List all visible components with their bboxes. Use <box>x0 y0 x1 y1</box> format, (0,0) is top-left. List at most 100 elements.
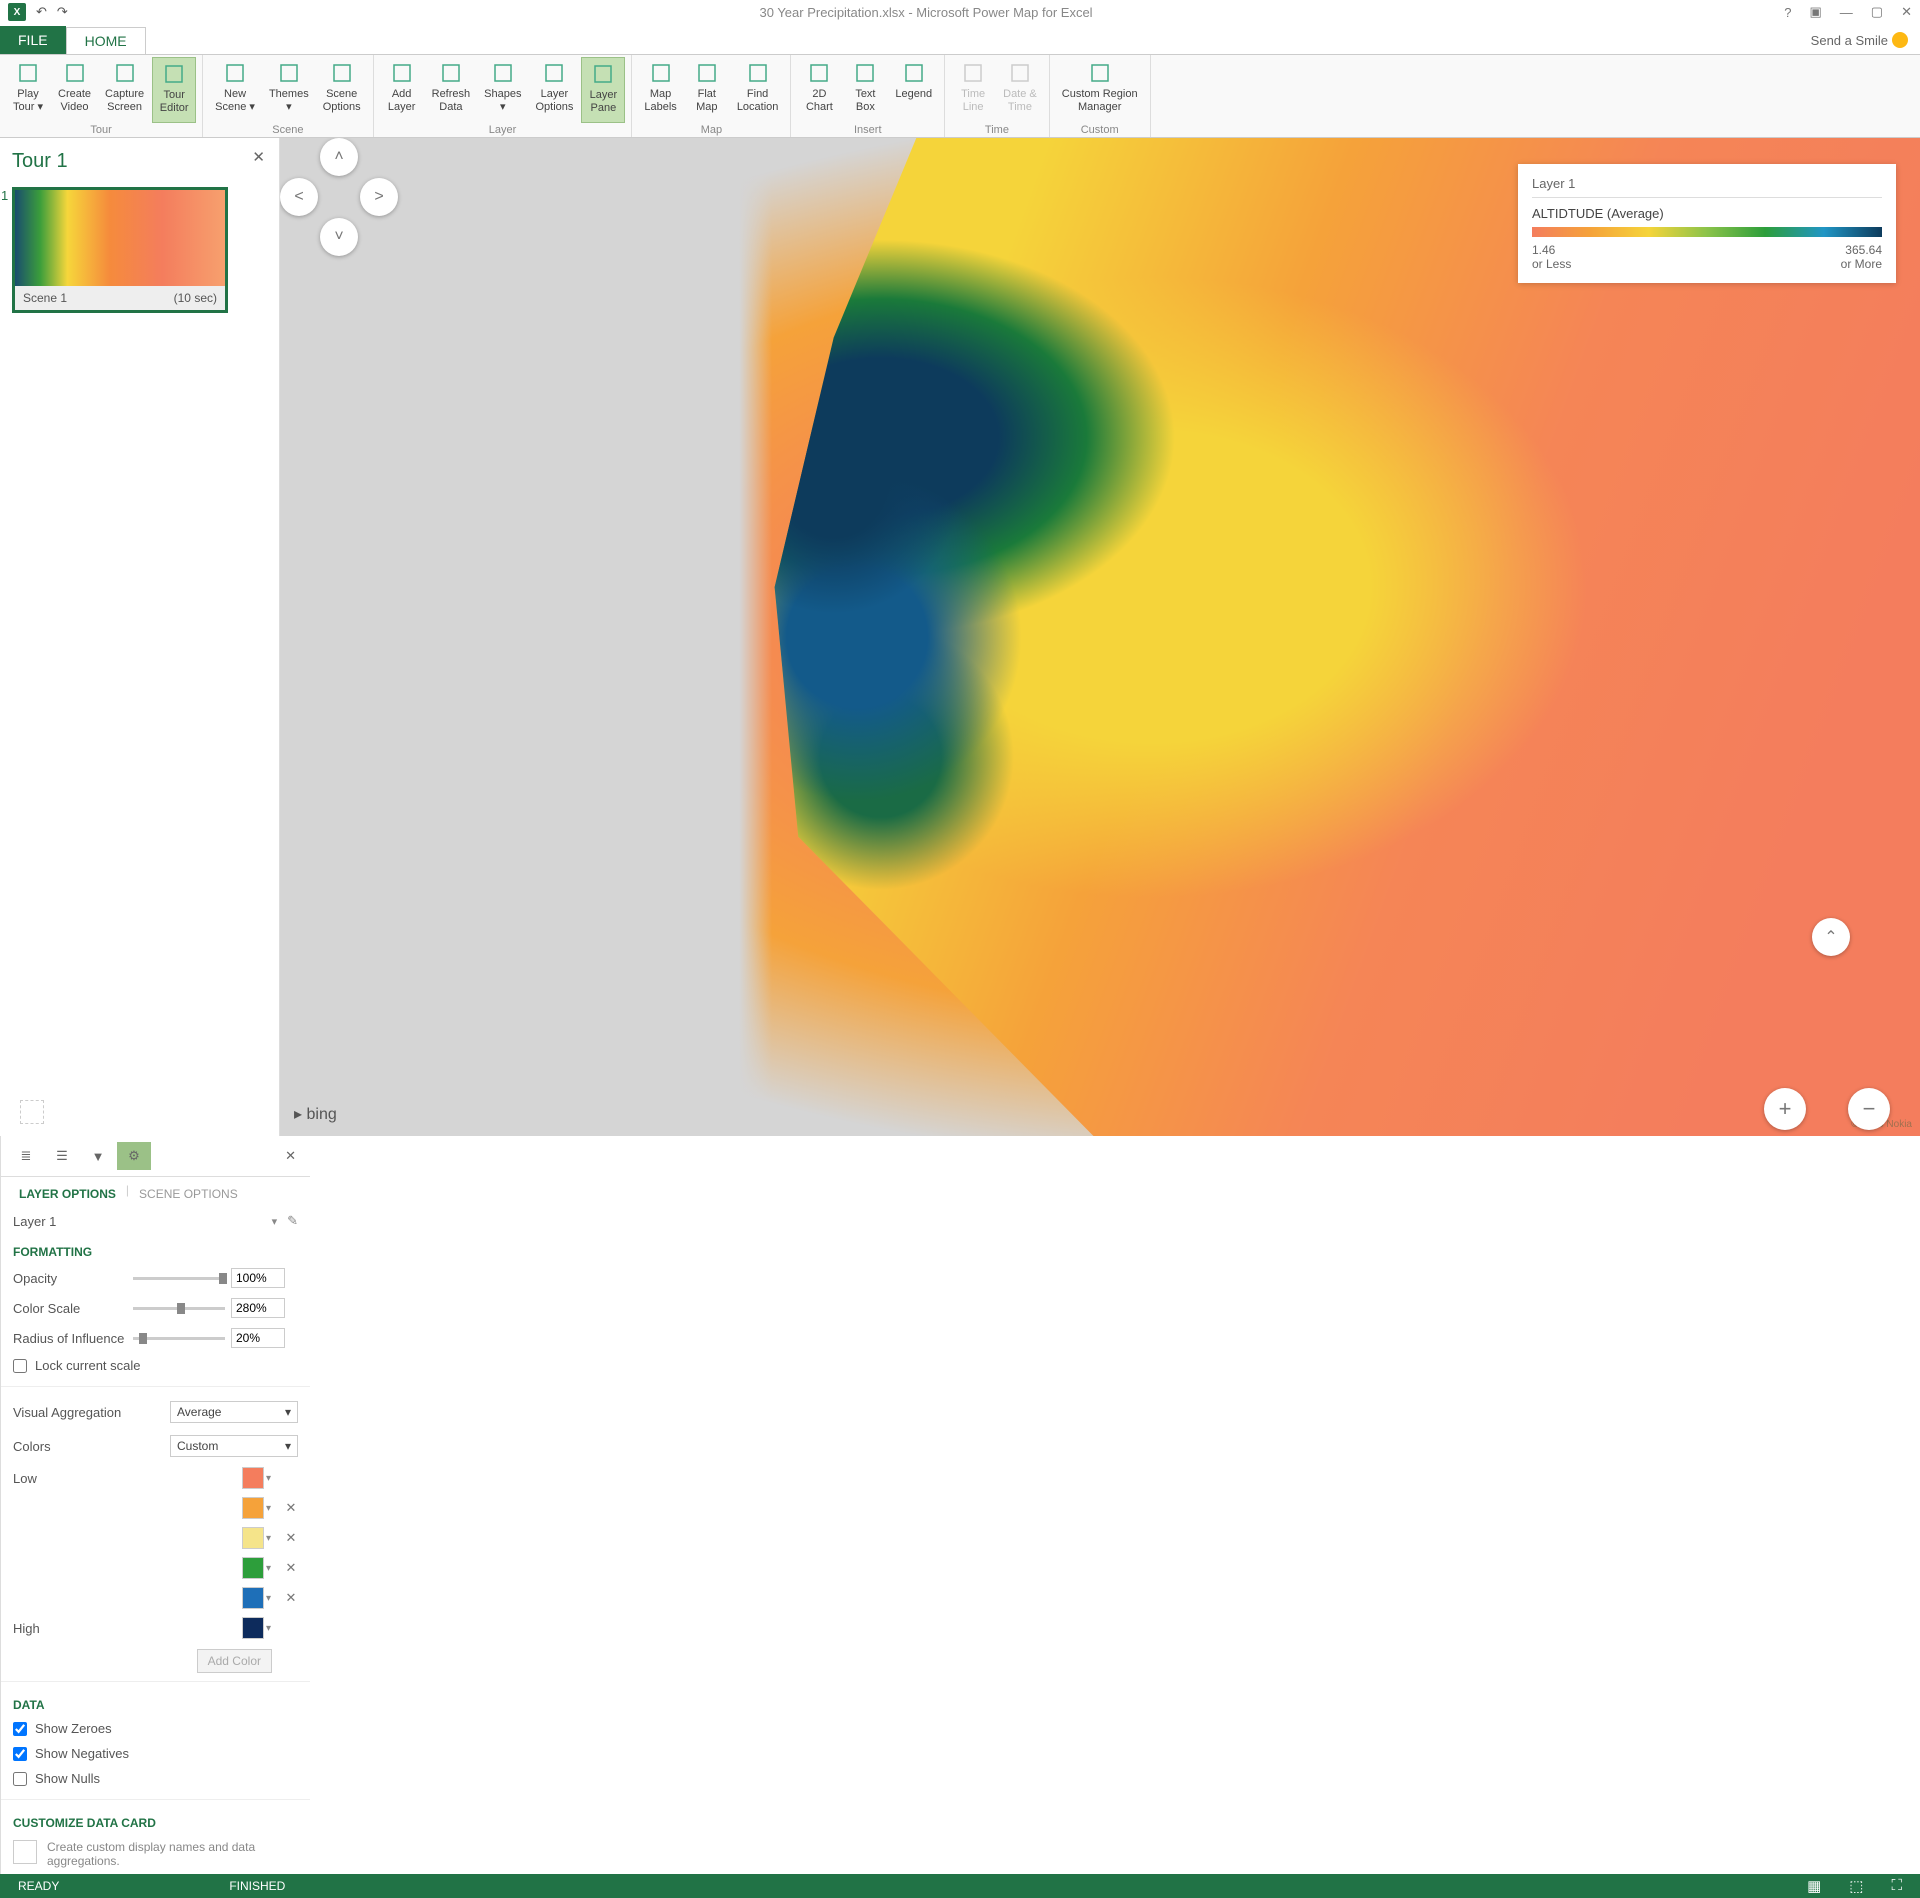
undo-icon[interactable]: ↶ <box>36 4 47 20</box>
send-smile[interactable]: Send a Smile <box>1799 26 1920 54</box>
ribbon-label: Date & <box>1003 88 1037 101</box>
fields-tab-icon[interactable]: ☰ <box>45 1142 79 1170</box>
image-mode-icon[interactable]: ▦ <box>1807 1877 1821 1895</box>
map-canvas[interactable]: Layer 1 ALTIDTUDE (Average) 1.46 or Less… <box>280 138 1920 1136</box>
color-swatch[interactable] <box>242 1467 264 1489</box>
ribbon-button[interactable]: FindLocation <box>731 57 785 123</box>
fullscreen-icon[interactable]: ⛶ <box>1891 1877 1902 1895</box>
ribbon-button[interactable]: TourEditor <box>152 57 196 123</box>
maximize-icon[interactable]: ▢ <box>1871 4 1883 20</box>
tour-close-icon[interactable]: ✕ <box>252 148 265 166</box>
color-swatch[interactable] <box>242 1527 264 1549</box>
ribbon-button[interactable]: LayerPane <box>581 57 625 123</box>
zoom-in-button[interactable]: + <box>1764 1088 1806 1130</box>
chevron-down-icon[interactable]: ▾ <box>266 1563 276 1574</box>
ribbon-button[interactable]: Themes▾ <box>263 57 315 123</box>
radius-slider[interactable] <box>133 1337 225 1340</box>
ribbon-button[interactable]: TextBox <box>843 57 887 123</box>
ribbon-button[interactable]: CaptureScreen <box>99 57 150 123</box>
color-swatch[interactable] <box>242 1557 264 1579</box>
label-mode-icon[interactable]: ⬚ <box>1849 1877 1863 1895</box>
chevron-down-icon[interactable]: ▾ <box>266 1623 276 1634</box>
chevron-down-icon[interactable]: ▾ <box>266 1533 276 1544</box>
ribbon-tabs: FILE HOME Send a Smile <box>0 24 1920 54</box>
pane-close-icon[interactable]: ✕ <box>279 1148 302 1164</box>
pan-up-button[interactable]: ⌃ <box>1812 918 1850 956</box>
zoom-out-button[interactable]: − <box>1848 1088 1890 1130</box>
ribbon-group: Custom RegionManagerCustom <box>1050 55 1151 137</box>
window-icon[interactable]: ▣ <box>1810 4 1822 20</box>
ribbon-icon <box>745 60 771 86</box>
layers-tab-icon[interactable]: ≣ <box>9 1142 43 1170</box>
add-scene-button[interactable] <box>20 1100 44 1124</box>
ribbon-button[interactable]: LayerOptions <box>529 57 579 123</box>
ribbon-button[interactable]: Shapes▾ <box>478 57 527 123</box>
ribbon-group-label: Map <box>638 123 784 136</box>
legend-metric: ALTIDTUDE (Average) <box>1532 206 1882 221</box>
ribbon-button[interactable]: RefreshData <box>426 57 477 123</box>
close-window-icon[interactable]: ✕ <box>1901 4 1912 20</box>
pan-right-button[interactable]: ˃ <box>360 178 398 216</box>
layer-options-tab[interactable]: LAYER OPTIONS <box>11 1183 124 1205</box>
edit-icon[interactable]: ✎ <box>287 1213 298 1229</box>
ribbon-icon <box>960 60 986 86</box>
color-swatch[interactable] <box>242 1617 264 1639</box>
ribbon-button[interactable]: AddLayer <box>380 57 424 123</box>
add-color-button[interactable]: Add Color <box>197 1649 272 1673</box>
opacity-input[interactable] <box>231 1268 285 1288</box>
ribbon-label: Capture <box>105 88 144 101</box>
ribbon-button[interactable]: PlayTour ▾ <box>6 57 50 123</box>
lock-scale-checkbox[interactable] <box>13 1359 27 1373</box>
remove-color-icon[interactable]: ✕ <box>284 1560 298 1576</box>
colors-select[interactable]: Custom▾ <box>170 1435 298 1457</box>
layer-name: Layer 1 <box>13 1214 56 1229</box>
scene-thumbnail[interactable]: 1 Scene 1 (10 sec) <box>12 187 228 313</box>
colorscale-slider[interactable] <box>133 1307 225 1310</box>
minimize-icon[interactable]: — <box>1840 5 1853 20</box>
ribbon-icon <box>161 61 187 87</box>
ribbon-button[interactable]: 2DChart <box>797 57 841 123</box>
remove-color-icon[interactable]: ✕ <box>284 1530 298 1546</box>
color-swatch[interactable] <box>242 1587 264 1609</box>
ribbon-button: Date &Time <box>997 57 1043 123</box>
radius-input[interactable] <box>231 1328 285 1348</box>
ribbon-label: Find <box>747 88 768 101</box>
help-icon[interactable]: ? <box>1784 5 1791 20</box>
settings-tab-icon[interactable]: ⚙ <box>117 1142 151 1170</box>
data-header: DATA <box>1 1690 310 1716</box>
ribbon-icon <box>389 60 415 86</box>
ribbon-button[interactable]: Custom RegionManager <box>1056 57 1144 123</box>
ribbon-button[interactable]: CreateVideo <box>52 57 97 123</box>
remove-color-icon[interactable]: ✕ <box>284 1500 298 1516</box>
ribbon-button[interactable]: Legend <box>889 57 938 123</box>
customize-datacard[interactable]: Create custom display names and data agg… <box>1 1834 310 1874</box>
scene-options-tab[interactable]: SCENE OPTIONS <box>131 1183 246 1205</box>
home-tab[interactable]: HOME <box>66 27 146 54</box>
layer-selector[interactable]: Layer 1 ▾ ✎ <box>1 1205 310 1237</box>
ribbon-icon <box>1007 60 1033 86</box>
chevron-down-icon[interactable]: ▾ <box>266 1503 276 1514</box>
color-swatch[interactable] <box>242 1497 264 1519</box>
show-nulls-checkbox[interactable] <box>13 1772 27 1786</box>
ribbon-button[interactable]: MapLabels <box>638 57 682 123</box>
show-zeroes-checkbox[interactable] <box>13 1722 27 1736</box>
file-tab[interactable]: FILE <box>0 26 66 54</box>
colorscale-input[interactable] <box>231 1298 285 1318</box>
pan-up-button[interactable]: ˄ <box>320 138 358 176</box>
chevron-down-icon[interactable]: ▾ <box>266 1593 276 1604</box>
pan-down-button[interactable]: ˅ <box>320 218 358 256</box>
vagg-select[interactable]: Average▾ <box>170 1401 298 1423</box>
filter-tab-icon[interactable]: ▼ <box>81 1142 115 1170</box>
redo-icon[interactable]: ↷ <box>57 4 68 20</box>
ribbon-label: Scene <box>326 88 357 101</box>
ribbon-button[interactable]: FlatMap <box>685 57 729 123</box>
remove-color-icon[interactable]: ✕ <box>284 1590 298 1606</box>
ribbon-button[interactable]: NewScene ▾ <box>209 57 261 123</box>
opacity-label: Opacity <box>13 1271 133 1286</box>
formatting-header: FORMATTING <box>1 1237 310 1263</box>
ribbon-button[interactable]: SceneOptions <box>317 57 367 123</box>
opacity-slider[interactable] <box>133 1277 225 1280</box>
chevron-down-icon[interactable]: ▾ <box>266 1473 276 1484</box>
show-negatives-checkbox[interactable] <box>13 1747 27 1761</box>
pan-left-button[interactable]: ˂ <box>280 178 318 216</box>
